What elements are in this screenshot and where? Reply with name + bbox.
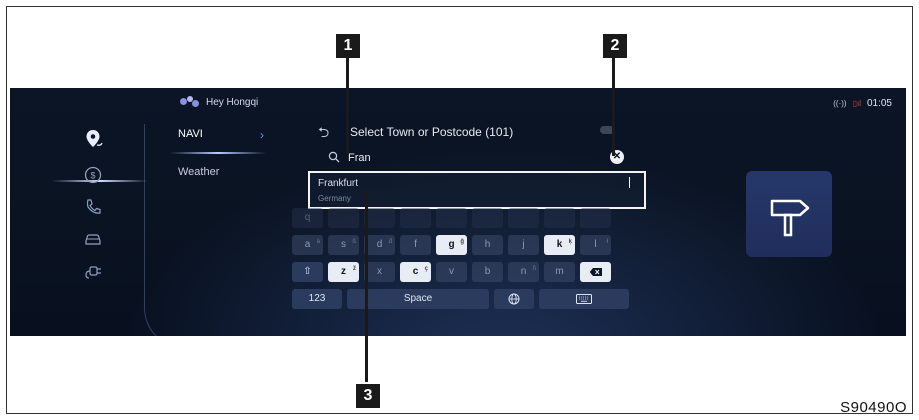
page-title: Select Town or Postcode (101) [350,125,514,139]
search-input[interactable]: Fran [348,152,371,164]
keyboard-key[interactable]: m [544,262,575,282]
keyboard-key[interactable] [400,208,431,228]
keyboard-key[interactable]: v [436,262,467,282]
keyboard-hide-icon[interactable] [539,289,629,309]
keyboard-key[interactable] [472,208,503,228]
numbers-key[interactable]: 123 [292,289,342,309]
keyboard-key[interactable]: kķ [544,235,575,255]
assistant-logo-icon [180,96,200,108]
assistant-label: Hey Hongqi [206,96,259,108]
callout-2: 2 [603,34,627,58]
keyboard-key[interactable]: nñ [508,262,539,282]
callout-1-leader [346,58,349,154]
search-icon [328,151,340,166]
keyboard-key[interactable]: b [472,262,503,282]
keyboard-key[interactable]: gğ [436,235,467,255]
keyboard-key[interactable] [508,208,539,228]
keyboard-key[interactable]: cç [400,262,431,282]
dollar-circle-icon[interactable]: $ [82,164,104,186]
keyboard-key[interactable] [436,208,467,228]
menu-selection-line [170,152,266,154]
svg-text:$: $ [90,171,95,181]
no-sim-icon: ▯ıl [852,99,861,108]
callout-2-leader [612,58,615,156]
keyboard-key[interactable]: aà [292,235,323,255]
keyboard-row-2: aàsßdđfgğhjkķlł [292,235,611,255]
keyboard-key[interactable]: h [472,235,503,255]
keyboard-key[interactable]: x [364,262,395,282]
back-icon[interactable]: ⮌ [318,122,329,146]
wireless-signal-icon: ((·)) [833,99,847,108]
callout-3: 3 [356,384,380,408]
globe-icon[interactable] [494,289,534,309]
backspace-icon[interactable] [580,262,611,282]
keyboard-row-3: ⇧ z ž x c ç v b n ñ m [292,262,611,282]
figure-reference-code: S90490O [840,399,907,416]
sidebar: $ [40,124,160,336]
infotainment-screen: Hey Hongqi ((·)) ▯ıl 01:05 $ NAVI › Weat… [10,88,906,336]
phone-icon[interactable] [82,196,104,218]
callout-1: 1 [336,34,360,58]
status-bar: ((·)) ▯ıl 01:05 [833,98,892,109]
keyboard-key[interactable] [580,208,611,228]
navigation-shortcut-card[interactable] [746,171,832,257]
keyboard-row-4: 123 Space [292,289,629,309]
shift-icon[interactable]: ⇧ [292,262,323,282]
keyboard-key[interactable] [364,208,395,228]
callout-3-leader [365,192,368,382]
voice-assistant[interactable]: Hey Hongqi [180,96,258,108]
keyboard-key[interactable]: dđ [364,235,395,255]
result-name: Frankfurt [318,178,359,189]
chevron-right-icon: › [260,128,264,142]
keyboard-row-1: q [292,208,611,228]
keyboard-key[interactable]: lł [580,235,611,255]
menu-item-navi[interactable]: NAVI › [178,128,278,142]
menu-item-weather[interactable]: Weather [178,166,219,178]
keyboard-key[interactable]: f [400,235,431,255]
space-key[interactable]: Space [347,289,489,309]
keyboard-key[interactable] [328,208,359,228]
keyboard-key[interactable]: q [292,208,323,228]
car-icon[interactable] [82,228,104,250]
result-country: Germany [318,194,351,203]
search-result-item[interactable]: Frankfurt Germany [308,171,646,209]
keyboard-key[interactable]: zž [328,262,359,282]
navigation-pin-icon[interactable] [82,128,104,150]
search-bar[interactable]: Fran ✕ [328,150,628,168]
keyboard-key[interactable]: sß [328,235,359,255]
keyboard-key[interactable]: j [508,235,539,255]
keyboard-key[interactable] [544,208,575,228]
menu-item-navi-label: NAVI [178,128,203,140]
signpost-icon [770,199,810,237]
text-cursor [629,177,630,188]
charging-plug-icon[interactable] [82,260,104,282]
clock: 01:05 [866,98,892,109]
